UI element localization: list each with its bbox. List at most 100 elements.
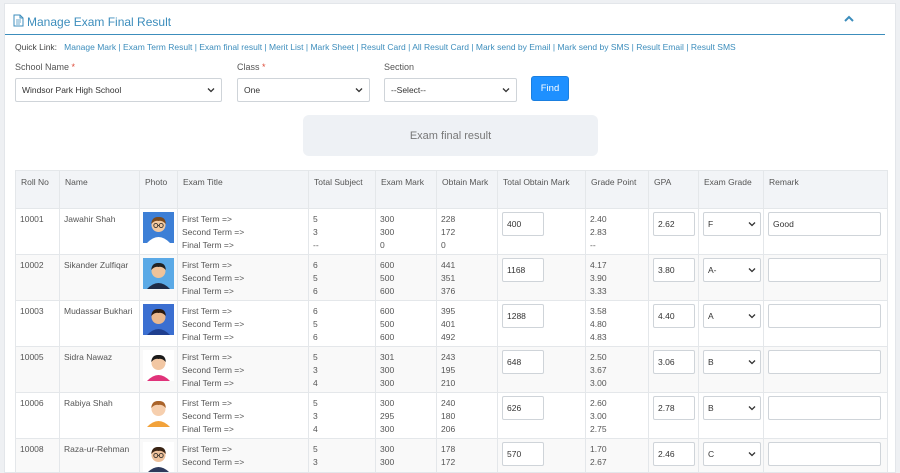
total-obtain-input[interactable]: 648 <box>502 350 544 374</box>
gpa-cell: 3.06 <box>649 347 699 393</box>
quick-link[interactable]: Result Email <box>636 42 684 52</box>
gpa-input[interactable]: 2.46 <box>653 442 695 466</box>
total-subject: 6 <box>313 259 371 272</box>
obtain-mark-cell: 178172220 <box>437 439 498 473</box>
avatar <box>140 301 178 347</box>
quick-link[interactable]: Exam Term Result <box>123 42 192 52</box>
page-title: Manage Exam Final Result <box>27 15 171 29</box>
exam-grade-select[interactable]: C <box>703 442 761 466</box>
obtain-mark-cell: 395401492 <box>437 301 498 347</box>
exam-grade-select[interactable]: B <box>703 396 761 420</box>
gpa-input[interactable]: 2.62 <box>653 212 695 236</box>
exam-grade-select[interactable]: A- <box>703 258 761 282</box>
quick-link[interactable]: Result SMS <box>691 42 736 52</box>
quick-link[interactable]: Mark send by Email <box>476 42 551 52</box>
exam-mark: 0 <box>380 239 432 252</box>
column-header: GPA <box>649 171 699 209</box>
total-obtain-input[interactable]: 1168 <box>502 258 544 282</box>
grade-point: 2.83 <box>590 226 644 239</box>
exam-grade-cell: A <box>699 301 764 347</box>
find-button[interactable]: Find <box>531 76 569 101</box>
grade-point: 2.75 <box>590 469 644 473</box>
obtain-mark: 172 <box>441 456 493 469</box>
roll-no: 10002 <box>16 255 60 301</box>
total-subject: 3 <box>313 226 371 239</box>
quick-link[interactable]: Merit List <box>269 42 303 52</box>
total-obtain-cell: 1168 <box>498 255 586 301</box>
exam-grade-cell: C <box>699 439 764 473</box>
student-name: Jawahir Shah <box>60 209 140 255</box>
exam-grade-cell: B <box>699 393 764 439</box>
exam-grade-select[interactable]: B <box>703 350 761 374</box>
student-name: Raza-ur-Rehman <box>60 439 140 473</box>
chevron-down-icon <box>207 86 215 94</box>
column-header: Exam Grade <box>699 171 764 209</box>
gpa-input[interactable]: 4.40 <box>653 304 695 328</box>
total-subject: 5 <box>313 318 371 331</box>
exam-grade-cell: F <box>699 209 764 255</box>
obtain-mark: 172 <box>441 226 493 239</box>
grade-point-cell: 2.402.83-- <box>586 209 649 255</box>
section-select[interactable]: --Select-- <box>384 78 517 102</box>
exam-grade-select[interactable]: F <box>703 212 761 236</box>
exam-title-cell: First Term =>Second Term =>Final Term => <box>178 393 309 439</box>
exam-title: Final Term => <box>182 423 304 436</box>
exam-grade-select[interactable]: A <box>703 304 761 328</box>
quick-link[interactable]: Exam final result <box>199 42 262 52</box>
link-separator: | <box>684 42 691 52</box>
total-obtain-input[interactable]: 570 <box>502 442 544 466</box>
total-obtain-input[interactable]: 1288 <box>502 304 544 328</box>
grade-point: 3.00 <box>590 410 644 423</box>
class-select[interactable]: One <box>237 78 370 102</box>
column-header: Remark <box>764 171 888 209</box>
quick-link[interactable]: Mark send by SMS <box>557 42 629 52</box>
exam-mark: 295 <box>380 410 432 423</box>
obtain-mark-cell: 243195210 <box>437 347 498 393</box>
remark-cell <box>764 255 888 301</box>
exam-mark: 500 <box>380 272 432 285</box>
remark-input[interactable] <box>768 304 881 328</box>
school-name-select[interactable]: Windsor Park High School <box>15 78 222 102</box>
obtain-mark: 441 <box>441 259 493 272</box>
obtain-mark: 243 <box>441 351 493 364</box>
exam-grade-cell: A- <box>699 255 764 301</box>
total-subject: 5 <box>313 351 371 364</box>
obtain-mark: 228 <box>441 213 493 226</box>
total-subject: 6 <box>313 305 371 318</box>
obtain-mark-cell: 2281720 <box>437 209 498 255</box>
grade-point: 1.70 <box>590 443 644 456</box>
remark-input[interactable] <box>768 396 881 420</box>
gpa-input[interactable]: 3.06 <box>653 350 695 374</box>
total-subject: 3 <box>313 410 371 423</box>
gpa-input[interactable]: 3.80 <box>653 258 695 282</box>
remark-input[interactable]: Good <box>768 212 881 236</box>
gpa-input[interactable]: 2.78 <box>653 396 695 420</box>
quick-link[interactable]: Mark Sheet <box>310 42 353 52</box>
exam-mark: 300 <box>380 443 432 456</box>
panel-header: Manage Exam Final Result <box>13 12 171 32</box>
grade-point-cell: 3.584.804.83 <box>586 301 649 347</box>
student-name: Sikander Zulfiqar <box>60 255 140 301</box>
result-title: Exam final result <box>303 115 598 156</box>
exam-title: Final Term => <box>182 469 304 473</box>
grade-point: 4.80 <box>590 318 644 331</box>
grade-point: 3.67 <box>590 364 644 377</box>
obtain-mark: 195 <box>441 364 493 377</box>
quick-link[interactable]: Result Card <box>361 42 406 52</box>
remark-input[interactable] <box>768 258 881 282</box>
avatar <box>140 393 178 439</box>
quick-link[interactable]: All Result Card <box>412 42 469 52</box>
quick-link[interactable]: Manage Mark <box>64 42 116 52</box>
remark-input[interactable] <box>768 442 881 466</box>
total-obtain-input[interactable]: 626 <box>502 396 544 420</box>
grade-point-cell: 2.603.002.75 <box>586 393 649 439</box>
grade-point: 3.33 <box>590 285 644 298</box>
remark-input[interactable] <box>768 350 881 374</box>
roll-no: 10003 <box>16 301 60 347</box>
chevron-up-icon[interactable] <box>843 13 855 25</box>
total-obtain-input[interactable]: 400 <box>502 212 544 236</box>
exam-title: First Term => <box>182 351 304 364</box>
student-name: Rabiya Shah <box>60 393 140 439</box>
gpa-cell: 3.80 <box>649 255 699 301</box>
exam-title: Final Term => <box>182 377 304 390</box>
